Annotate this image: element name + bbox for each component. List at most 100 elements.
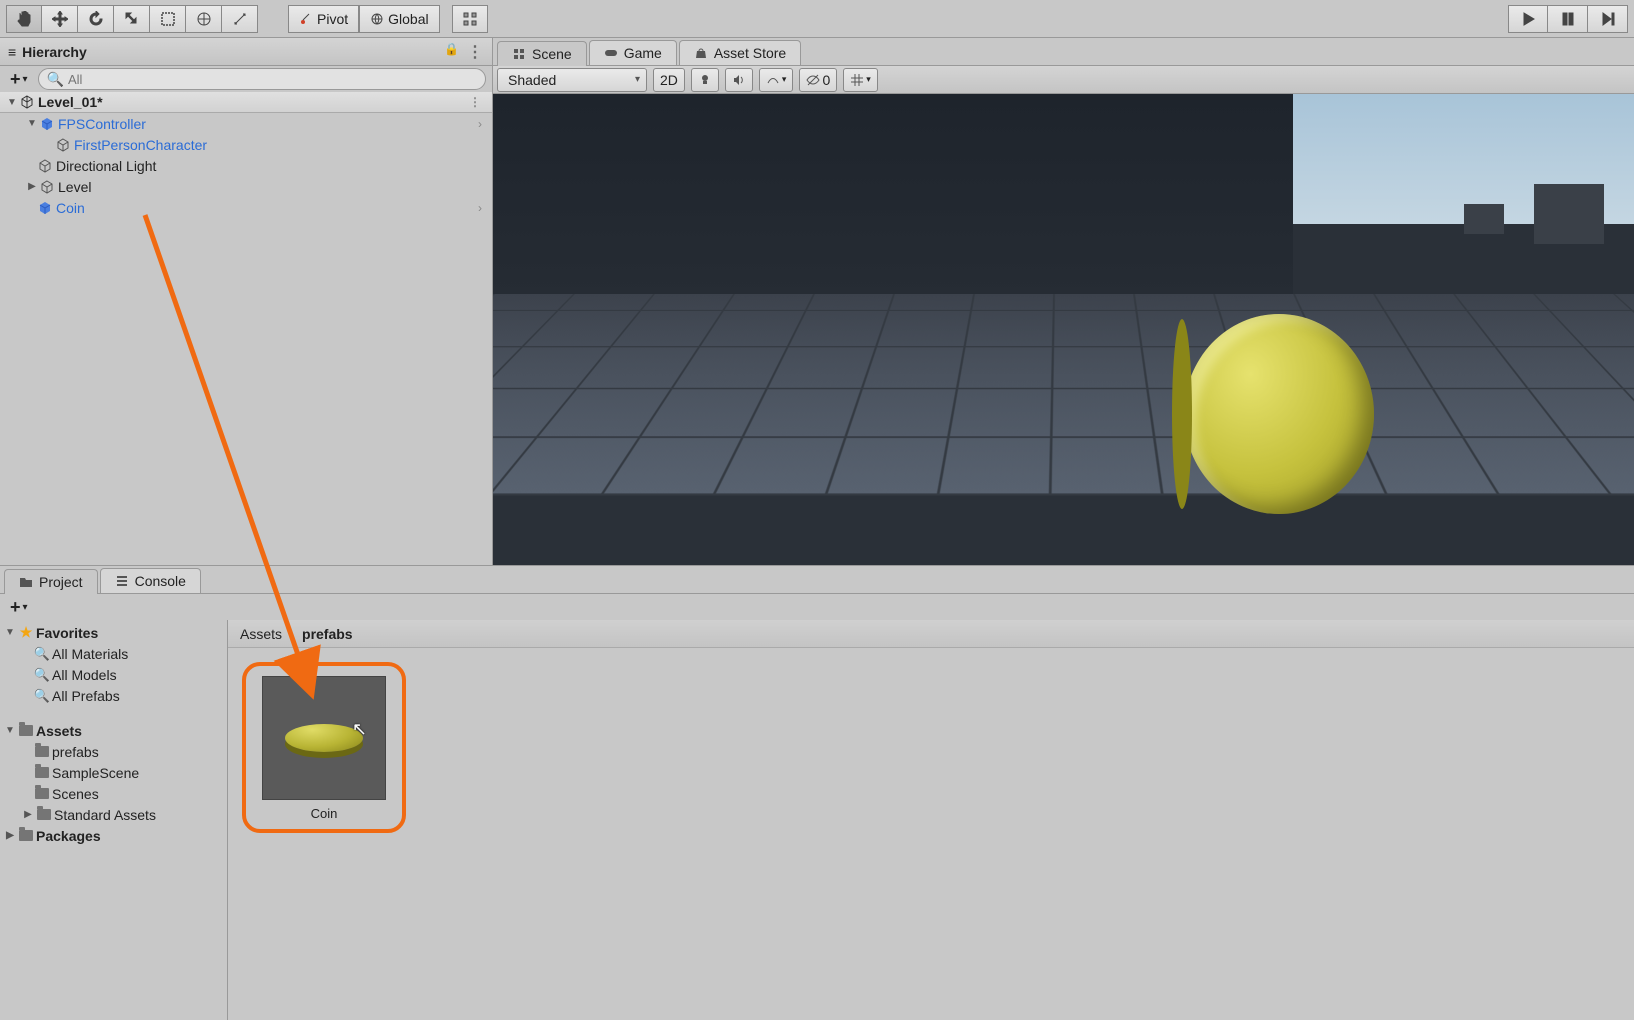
- toggle-fx[interactable]: ▾: [759, 68, 794, 92]
- folder-label: SampleScene: [52, 765, 139, 781]
- toggle-2d[interactable]: 2D: [653, 68, 685, 92]
- play-button[interactable]: [1508, 5, 1548, 33]
- assets-label: Assets: [36, 723, 82, 739]
- packages-header[interactable]: ▶Packages: [0, 825, 227, 846]
- project-tabs: Project Console: [0, 566, 1634, 594]
- crumb-current[interactable]: prefabs: [302, 626, 353, 642]
- item-label: Level: [56, 179, 91, 195]
- project-tree: ▼★Favorites 🔍All Materials 🔍All Models 🔍…: [0, 620, 228, 1020]
- tab-project[interactable]: Project: [4, 569, 98, 594]
- tab-label: Scene: [532, 46, 572, 62]
- scene-row[interactable]: ▼ Level_01* ⋮: [0, 92, 492, 113]
- create-dropdown[interactable]: + ▾: [6, 67, 32, 92]
- coin-object[interactable]: [1184, 314, 1374, 514]
- crumb-assets[interactable]: Assets: [240, 626, 282, 642]
- hierarchy-panel: ≡ Hierarchy 🔒 ⋮ + ▾ 🔍 ▼ Level_01* ⋮ ▼: [0, 38, 493, 565]
- toggle-audio[interactable]: [725, 68, 753, 92]
- scene-toolbar: Shaded 2D ▾ 0 ▾: [493, 66, 1634, 94]
- tab-game[interactable]: Game: [589, 40, 677, 65]
- unity-icon: [20, 95, 34, 109]
- breadcrumb: Assets › prefabs: [228, 620, 1634, 648]
- scene-menu-icon[interactable]: ⋮: [469, 95, 482, 109]
- project-content: Assets › prefabs ↖ Coin: [228, 620, 1634, 1020]
- tab-assetstore[interactable]: Asset Store: [679, 40, 801, 65]
- scene-tabs: Scene Game Asset Store: [493, 38, 1634, 66]
- item-label: FirstPersonCharacter: [72, 137, 207, 153]
- assets-grid[interactable]: ↖ Coin: [228, 648, 1634, 1020]
- item-label: FPSController: [56, 116, 146, 132]
- folder-icon: [34, 788, 50, 799]
- pivot-toggle[interactable]: Pivot: [288, 5, 359, 33]
- project-toolbar: + ▾: [0, 594, 1634, 620]
- open-prefab-icon[interactable]: ›: [478, 117, 482, 131]
- tab-scene[interactable]: Scene: [497, 41, 587, 66]
- favorite-item[interactable]: 🔍All Materials: [0, 643, 227, 664]
- asset-label: Coin: [311, 806, 338, 821]
- favorites-header[interactable]: ▼★Favorites: [0, 622, 227, 643]
- project-create-dropdown[interactable]: + ▾: [6, 595, 32, 620]
- folder-item[interactable]: SampleScene: [0, 762, 227, 783]
- scene-floor: [493, 294, 1634, 495]
- folder-label: prefabs: [52, 744, 99, 760]
- pivot-label: Pivot: [317, 11, 348, 27]
- hierarchy-search-input[interactable]: [68, 72, 477, 87]
- folder-item[interactable]: prefabs: [0, 741, 227, 762]
- toggle-hidden[interactable]: 0: [799, 68, 837, 92]
- asset-thumbnail: ↖: [262, 676, 386, 800]
- folder-icon: [36, 809, 52, 820]
- custom-tool[interactable]: [222, 5, 258, 33]
- hierarchy-item-coin[interactable]: Coin ›: [0, 197, 492, 218]
- scene-geometry: [1534, 184, 1604, 244]
- tab-label: Project: [39, 574, 83, 590]
- step-button[interactable]: [1588, 5, 1628, 33]
- gameobject-outline-icon: [56, 138, 70, 152]
- hierarchy-tree: ▼ Level_01* ⋮ ▼ FPSController › FirstPer…: [0, 92, 492, 565]
- move-tool[interactable]: [42, 5, 78, 33]
- tab-console[interactable]: Console: [100, 568, 201, 593]
- hierarchy-title: Hierarchy: [22, 44, 87, 60]
- tab-label: Game: [624, 45, 662, 61]
- hierarchy-header: ≡ Hierarchy 🔒 ⋮: [0, 38, 492, 66]
- shading-label: Shaded: [508, 72, 556, 88]
- favorite-item[interactable]: 🔍All Models: [0, 664, 227, 685]
- favorite-item[interactable]: 🔍All Prefabs: [0, 685, 227, 706]
- lock-icon[interactable]: 🔒: [444, 42, 459, 62]
- hierarchy-search[interactable]: 🔍: [38, 68, 486, 90]
- scale-tool[interactable]: [114, 5, 150, 33]
- prefab-cube-icon: [40, 117, 54, 131]
- search-icon: 🔍: [34, 646, 50, 662]
- folder-item[interactable]: Scenes: [0, 783, 227, 804]
- open-prefab-icon[interactable]: ›: [478, 201, 482, 215]
- hierarchy-item-directionallight[interactable]: Directional Light: [0, 155, 492, 176]
- transform-tool[interactable]: [186, 5, 222, 33]
- shading-dropdown[interactable]: Shaded: [497, 68, 647, 92]
- project-panel: Project Console + ▾ ▼★Favorites 🔍All Mat…: [0, 565, 1634, 1020]
- rotate-tool[interactable]: [78, 5, 114, 33]
- rect-tool[interactable]: [150, 5, 186, 33]
- global-toggle[interactable]: Global: [359, 5, 439, 33]
- scene-viewport[interactable]: [493, 94, 1634, 565]
- hierarchy-item-level[interactable]: ▶ Level: [0, 176, 492, 197]
- favorites-label: Favorites: [36, 625, 98, 641]
- asset-item-coin[interactable]: ↖ Coin: [262, 676, 386, 821]
- hand-tool[interactable]: [6, 5, 42, 33]
- folder-label: Scenes: [52, 786, 99, 802]
- hierarchy-item-fpscontroller[interactable]: ▼ FPSController ›: [0, 113, 492, 134]
- folder-item[interactable]: ▶Standard Assets: [0, 804, 227, 825]
- toggle-grid[interactable]: ▾: [843, 68, 878, 92]
- pause-button[interactable]: [1548, 5, 1588, 33]
- snap-toggle[interactable]: [452, 5, 488, 33]
- pivot-group: Pivot Global: [288, 5, 440, 33]
- assets-header[interactable]: ▼Assets: [0, 720, 227, 741]
- toggle-lighting[interactable]: [691, 68, 719, 92]
- search-icon: 🔍: [34, 667, 50, 683]
- hierarchy-menu-icon[interactable]: ⋮: [467, 42, 484, 62]
- favorite-label: All Prefabs: [52, 688, 120, 704]
- hidden-count: 0: [822, 72, 830, 88]
- item-label: Coin: [54, 200, 85, 216]
- hierarchy-item-firstpersoncharacter[interactable]: FirstPersonCharacter: [0, 134, 492, 155]
- folder-icon: [18, 725, 34, 736]
- favorite-label: All Models: [52, 667, 117, 683]
- tab-label: Asset Store: [714, 45, 786, 61]
- scene-name: Level_01*: [36, 94, 103, 110]
